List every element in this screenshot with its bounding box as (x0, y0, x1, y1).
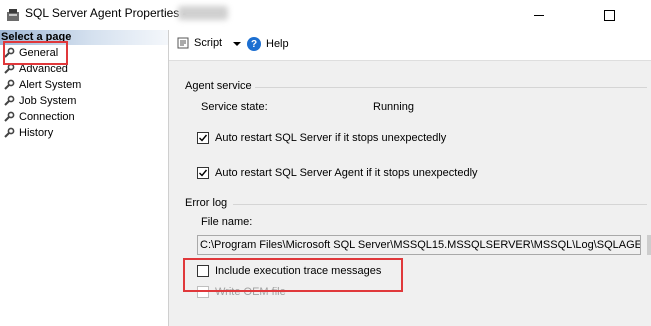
page-item-job-system[interactable]: Job System (0, 93, 160, 109)
page-item-alert-system[interactable]: Alert System (0, 77, 160, 93)
window-title: SQL Server Agent Properties - (25, 6, 187, 20)
title-bar: SQL Server Agent Properties - (0, 0, 651, 30)
sql-agent-app-icon (6, 8, 20, 22)
page-item-label: History (19, 127, 54, 139)
wrench-icon (4, 111, 15, 122)
general-highlight-box (3, 41, 68, 65)
maximize-icon (603, 9, 615, 21)
toolbar: Script ? Help (169, 30, 651, 61)
page-item-label: Job System (19, 95, 77, 107)
wrench-icon (4, 95, 15, 106)
page-item-connection[interactable]: Connection (0, 109, 160, 125)
minimize-icon (534, 14, 544, 16)
service-state-label: Service state: (201, 101, 268, 113)
page-item-label: Connection (19, 111, 75, 123)
help-label: Help (266, 38, 289, 50)
general-page-content: Agent service Service state: Running Aut… (169, 61, 651, 326)
include-trace-highlight-box (183, 258, 403, 292)
group-divider (255, 87, 647, 88)
help-button[interactable]: ? Help (247, 37, 289, 51)
auto-restart-server-checkbox[interactable] (197, 132, 209, 144)
page-item-history[interactable]: History (0, 125, 160, 141)
chevron-down-icon[interactable] (233, 42, 241, 46)
wrench-icon (4, 127, 15, 138)
auto-restart-agent-checkbox[interactable] (197, 167, 209, 179)
file-name-label: File name: (201, 216, 253, 228)
checkmark-icon (199, 169, 208, 177)
error-log-group-label: Error log (185, 197, 228, 209)
select-page-pane: Select a page General Advanced Alert Sys… (0, 30, 169, 326)
agent-service-group-label: Agent service (185, 80, 252, 92)
maximize-button[interactable] (586, 0, 632, 30)
browse-button-edge[interactable] (647, 235, 651, 255)
minimize-button[interactable] (516, 0, 562, 30)
service-state-value: Running (373, 101, 414, 113)
script-button[interactable]: Script (177, 37, 222, 49)
redacted-server-name (178, 6, 228, 20)
help-icon: ? (247, 37, 261, 51)
wrench-icon (4, 79, 15, 90)
page-item-label: Alert System (19, 79, 82, 91)
script-icon (177, 37, 189, 49)
auto-restart-server-label: Auto restart SQL Server if it stops unex… (215, 132, 447, 144)
script-label: Script (194, 37, 223, 49)
group-divider (233, 204, 647, 205)
file-name-field[interactable]: C:\Program Files\Microsoft SQL Server\MS… (197, 235, 641, 255)
auto-restart-agent-label: Auto restart SQL Server Agent if it stop… (215, 167, 478, 179)
checkmark-icon (199, 134, 208, 142)
